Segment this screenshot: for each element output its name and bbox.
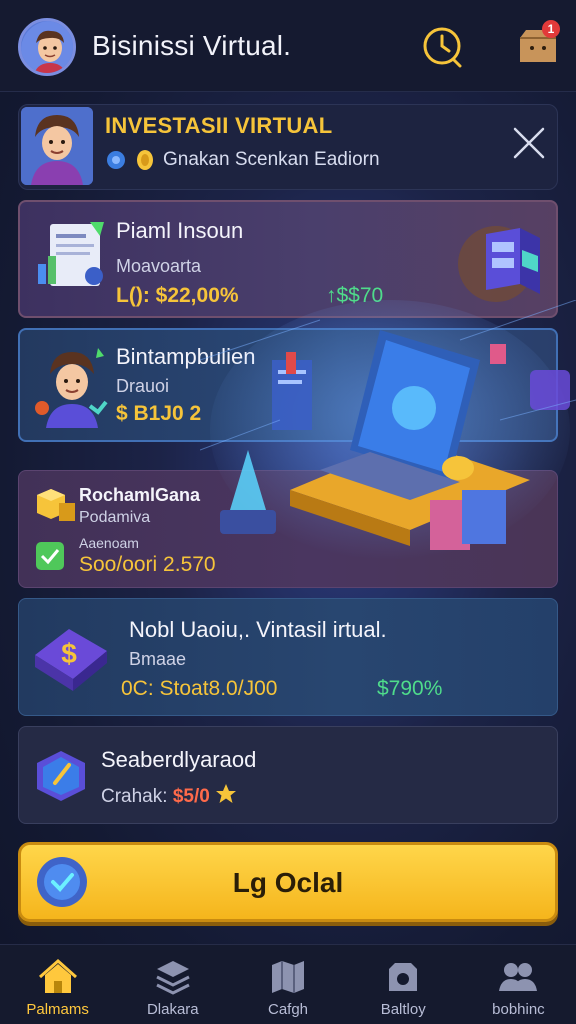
banner-character-image bbox=[21, 107, 93, 185]
document-chart-icon bbox=[38, 222, 104, 286]
notification-badge: 1 bbox=[542, 20, 560, 38]
avatar[interactable] bbox=[18, 18, 76, 76]
tab-map[interactable]: Cafgh bbox=[230, 945, 345, 1024]
home-icon bbox=[38, 958, 77, 993]
business-card-5[interactable]: Seaberdlyaraod Crahak: $5/0 bbox=[18, 726, 558, 824]
close-button[interactable] bbox=[507, 121, 551, 165]
primary-action-button[interactable]: Lg Oclal bbox=[18, 842, 558, 922]
globe-icon bbox=[107, 151, 125, 169]
card-meta-label: Crahak: bbox=[101, 786, 168, 807]
card-title: Nobl Uaoiu,. Vintasil irtual. bbox=[129, 617, 387, 642]
card-meta-row: Crahak: $5/0 bbox=[101, 783, 237, 808]
card-title: Bintampbulien bbox=[116, 344, 256, 369]
tab-shop[interactable]: Baltloy bbox=[346, 945, 461, 1024]
coin-icon bbox=[137, 150, 153, 170]
tab-label: Baltloy bbox=[380, 1001, 426, 1018]
card-subtitle: Drauoi bbox=[116, 376, 170, 396]
tab-label: bobhinc bbox=[492, 1001, 545, 1018]
map-icon bbox=[272, 961, 304, 993]
banner-subtitle: Gnakan Scenkan Eadiorn bbox=[163, 149, 380, 170]
banner-subtitle-row: Gnakan Scenkan Eadiorn bbox=[105, 149, 380, 171]
card-change: ↑$$70 bbox=[326, 284, 384, 307]
tab-layers[interactable]: Dlakara bbox=[115, 945, 230, 1024]
card-subtitle: Moavoarta bbox=[116, 256, 202, 276]
app-title: Bisinissi Virtual. bbox=[92, 30, 292, 61]
tab-label: Dlakara bbox=[146, 1001, 199, 1018]
card-title: Piaml Insoun bbox=[116, 218, 244, 243]
cube-badge-icon bbox=[37, 751, 85, 801]
card-title: Seaberdlyaraod bbox=[101, 747, 257, 772]
card-value: $ B1J0 2 bbox=[116, 402, 202, 425]
clock-button[interactable] bbox=[420, 24, 464, 68]
card-subtitle: Bmaae bbox=[129, 649, 187, 669]
card-value: L(): $22,00% bbox=[116, 284, 239, 307]
tab-label: Cafgh bbox=[267, 1001, 309, 1018]
card-meta-value: $5/0 bbox=[172, 786, 210, 807]
star-icon bbox=[216, 784, 237, 803]
card-subtitle: Podamiva bbox=[79, 509, 151, 526]
svg-text:$: $ bbox=[61, 638, 77, 669]
tab-label: Palmams bbox=[26, 1001, 89, 1018]
avatar-icon bbox=[21, 21, 73, 73]
layers-icon bbox=[156, 961, 190, 995]
banner-title: INVESTASII VIRTUAL bbox=[105, 113, 333, 138]
character-icon bbox=[35, 348, 108, 428]
business-card-2[interactable]: Bintampbulien Drauoi $ B1J0 2 bbox=[18, 328, 558, 442]
business-card-3[interactable]: RochamlGana Podamiva Aaenoam Soo/oori 2.… bbox=[18, 470, 558, 588]
business-card-4[interactable]: $ Nobl Uaoiu,. Vintasil irtual. Bmaae 0C… bbox=[18, 598, 558, 716]
cubes-icon bbox=[37, 489, 75, 521]
bottom-tab-bar: Palmams Dlakara Cafgh Baltloy bobhinc bbox=[0, 944, 576, 1024]
inventory-button[interactable]: 1 bbox=[514, 20, 562, 68]
card-title: RochamlGana bbox=[79, 485, 201, 505]
invest-banner: INVESTASII VIRTUAL Gnakan Scenkan Eadior… bbox=[18, 104, 558, 190]
business-card-1[interactable]: Piaml Insoun Moavoarta L(): $22,00% ↑$$7… bbox=[18, 200, 558, 318]
tab-home[interactable]: Palmams bbox=[0, 945, 115, 1024]
top-bar: Bisinissi Virtual. 1 bbox=[0, 0, 576, 92]
card-value: Soo/oori 2.570 bbox=[79, 553, 216, 576]
card-value: 0C: Stoat8.0/J00 bbox=[121, 677, 278, 700]
office-building-icon bbox=[458, 226, 540, 302]
dollar-chip-icon: $ bbox=[35, 629, 107, 691]
primary-action-label: Lg Oclal bbox=[232, 867, 344, 898]
checkbox-icon bbox=[36, 542, 64, 570]
users-icon bbox=[499, 963, 538, 991]
card-change: $790% bbox=[377, 677, 443, 700]
card-label: Aaenoam bbox=[79, 535, 139, 551]
shop-icon bbox=[389, 963, 418, 991]
clock-icon bbox=[423, 27, 462, 68]
close-icon bbox=[513, 127, 545, 159]
tab-social[interactable]: bobhinc bbox=[461, 945, 576, 1024]
